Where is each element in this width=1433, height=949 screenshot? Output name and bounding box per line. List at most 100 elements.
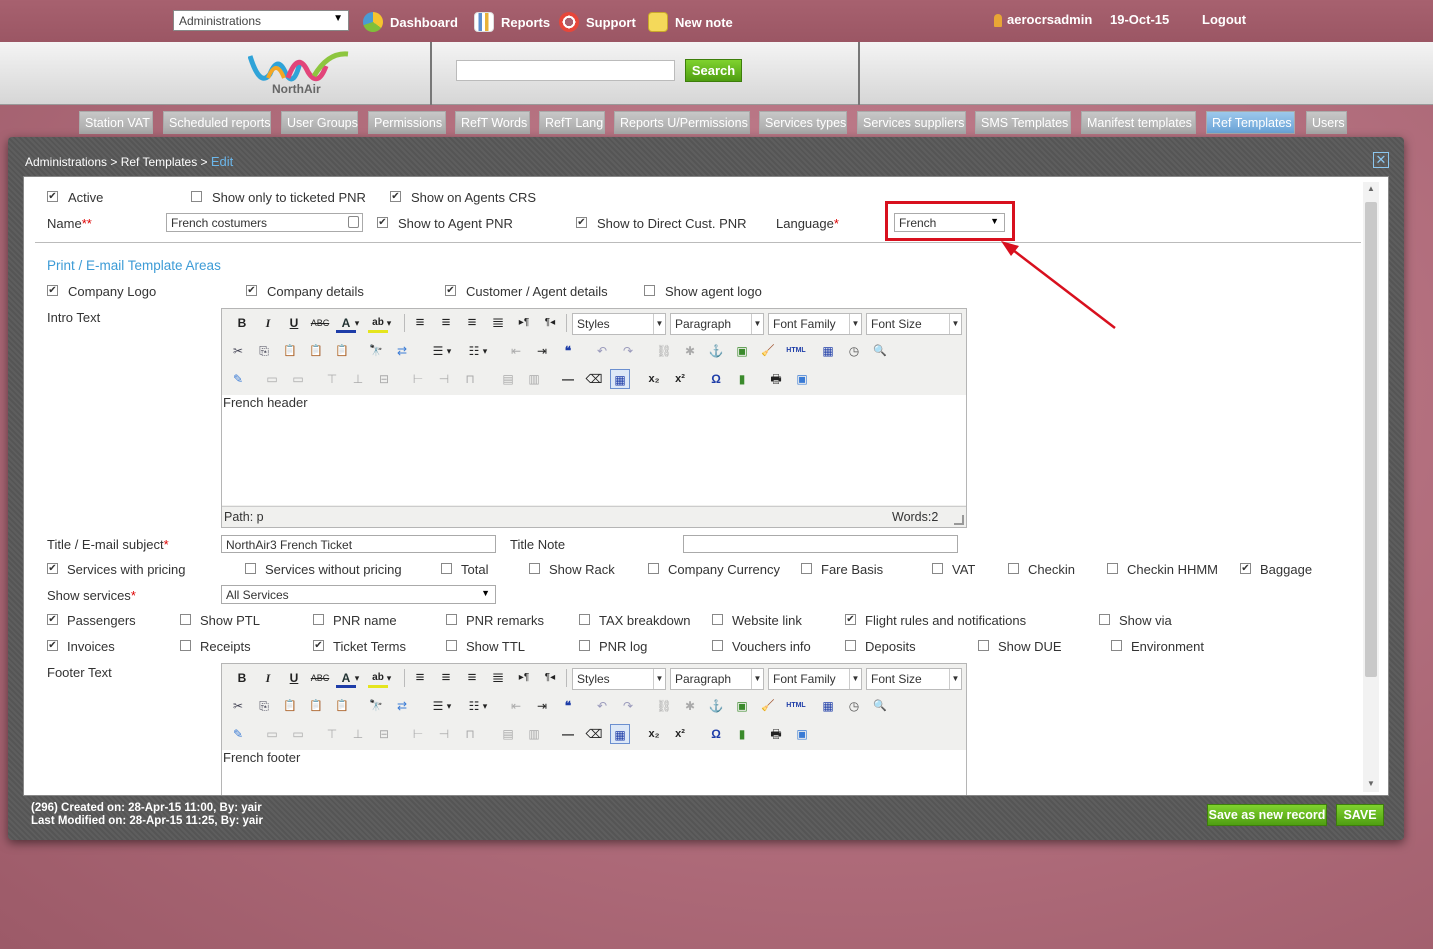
paste-icon[interactable]: 📋 [280,341,300,361]
anchor-icon[interactable]: ⚓ [706,696,726,716]
fullscreen-icon[interactable]: ▣ [792,724,812,744]
search-button[interactable]: Search [685,59,742,82]
preview-icon[interactable]: 🔍 [870,341,890,361]
show-rack-checkbox[interactable] [529,563,540,574]
show-to-direct-checkbox[interactable]: ✔ [576,217,587,228]
italic-icon[interactable]: I [258,668,278,688]
unlink-icon[interactable]: ✱ [680,696,700,716]
insert-col-before-icon[interactable]: ⊢ [408,724,428,744]
services-without-pricing-checkbox[interactable] [245,563,256,574]
logout-link[interactable]: Logout [1202,12,1246,27]
company-details-checkbox[interactable]: ✔ [246,285,257,296]
flight-rules-and-notifications-checkbox[interactable]: ✔ [845,614,856,625]
delete-row-icon[interactable]: ⊟ [374,724,394,744]
align-right-icon[interactable]: ≡ [462,668,482,688]
tab-manifest-templates[interactable]: Manifest templates [1081,111,1196,134]
insert-col-after-icon[interactable]: ⊣ [434,369,454,389]
font-size-select[interactable]: Font Size ▼ [866,313,962,335]
table-icon[interactable]: ▦ [610,369,630,389]
link-icon[interactable]: ⛓ [654,696,674,716]
subscript-icon[interactable]: x₂ [644,724,664,744]
bullet-dropdown-icon[interactable]: ▾ [444,341,454,361]
name-field[interactable]: French costumers [166,213,363,232]
username[interactable]: aerocrsadmin [1007,12,1092,27]
justify-icon[interactable]: ≣ [488,313,508,333]
deposits-checkbox[interactable] [845,640,856,651]
delete-col-icon[interactable]: ⊓ [460,724,480,744]
breadcrumb-ref-templates[interactable]: Ref Templates [121,155,197,169]
delete-row-icon[interactable]: ⊟ [374,369,394,389]
indent-icon[interactable]: ⇥ [532,696,552,716]
passengers-checkbox[interactable]: ✔ [47,614,58,625]
styles-select[interactable]: Styles ▼ [572,668,666,690]
outdent-icon[interactable]: ⇤ [506,696,526,716]
tab-services-types[interactable]: Services types [759,111,847,134]
tab-services-suppliers[interactable]: Services suppliers [857,111,966,134]
image-icon[interactable]: ▣ [732,696,752,716]
replace-icon[interactable]: ⇄ [392,696,412,716]
company-currency-checkbox[interactable] [648,563,659,574]
paste-icon[interactable]: 📋 [280,696,300,716]
scroll-up-icon[interactable]: ▲ [1367,184,1375,193]
edit-css-icon[interactable]: ✎ [228,369,248,389]
nav-reports[interactable]: Reports [474,12,550,32]
show-only-ticketed-checkbox[interactable] [191,191,202,202]
styles-select[interactable]: Styles ▼ [572,313,666,335]
website-link-checkbox[interactable] [712,614,723,625]
find-icon[interactable]: 🔭 [366,696,386,716]
cut-icon[interactable]: ✂ [228,696,248,716]
cut-icon[interactable]: ✂ [228,341,248,361]
copy-icon[interactable]: ⎘ [254,341,274,361]
cell-props-icon[interactable]: ▭ [288,724,308,744]
save-as-new-button[interactable]: Save as new record [1207,804,1327,826]
highlight-dropdown-icon[interactable]: ▾ [384,668,394,688]
fullscreen-icon[interactable]: ▣ [792,369,812,389]
breadcrumb-administrations[interactable]: Administrations [25,155,107,169]
horizontal-rule-icon[interactable]: — [558,369,578,389]
insert-col-before-icon[interactable]: ⊢ [408,369,428,389]
show-to-agent-pnr-checkbox[interactable]: ✔ [377,217,388,228]
pnr-log-checkbox[interactable] [579,640,590,651]
cell-props-icon[interactable]: ▭ [288,369,308,389]
show-via-checkbox[interactable] [1099,614,1110,625]
footer-editor-body[interactable]: French footer [222,750,966,795]
numbered-dropdown-icon[interactable]: ▾ [480,341,490,361]
insert-row-after-icon[interactable]: ⊥ [348,724,368,744]
insert-date-icon[interactable]: ▦ [818,341,838,361]
superscript-icon[interactable]: x² [670,369,690,389]
insert-col-after-icon[interactable]: ⊣ [434,724,454,744]
remove-format-icon[interactable]: ⌫ [584,724,604,744]
media-icon[interactable]: ▮ [732,724,752,744]
show-ptl-checkbox[interactable] [180,614,191,625]
split-cells-icon[interactable]: ▤ [498,724,518,744]
align-left-icon[interactable]: ≡ [410,668,430,688]
find-icon[interactable]: 🔭 [366,341,386,361]
blockquote-icon[interactable]: ❝ [558,341,578,361]
cleanup-icon[interactable]: 🧹 [758,696,778,716]
rtl-icon[interactable]: ¶◂ [540,313,560,333]
justify-icon[interactable]: ≣ [488,668,508,688]
redo-icon[interactable]: ↷ [618,696,638,716]
font-size-select[interactable]: Font Size ▼ [866,668,962,690]
merge-cells-icon[interactable]: ▥ [524,369,544,389]
cleanup-icon[interactable]: 🧹 [758,341,778,361]
html-icon[interactable]: HTML [784,696,808,716]
show-agent-logo-checkbox[interactable] [644,285,655,296]
tab-station-vat[interactable]: Station VAT [79,111,153,134]
italic-icon[interactable]: I [258,313,278,333]
receipts-checkbox[interactable] [180,640,191,651]
merge-cells-icon[interactable]: ▥ [524,724,544,744]
tab-permissions[interactable]: Permissions [368,111,446,134]
ticket-terms-checkbox[interactable]: ✔ [313,640,324,651]
undo-icon[interactable]: ↶ [592,341,612,361]
horizontal-rule-icon[interactable]: — [558,724,578,744]
pnr-name-checkbox[interactable] [313,614,324,625]
paste-text-icon[interactable]: 📋 [306,341,326,361]
table-icon[interactable]: ▦ [610,724,630,744]
services-with-pricing-checkbox[interactable]: ✔ [47,563,58,574]
insert-time-icon[interactable]: ◷ [844,696,864,716]
tax-breakdown-checkbox[interactable] [579,614,590,625]
insert-date-icon[interactable]: ▦ [818,696,838,716]
underline-icon[interactable]: U [284,668,304,688]
strikethrough-icon[interactable]: ABC [310,313,330,333]
